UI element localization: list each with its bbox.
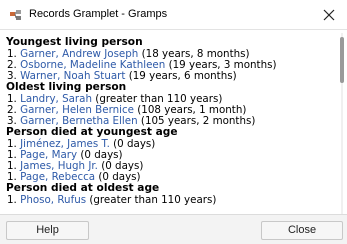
close-button[interactable]: Close — [261, 221, 343, 240]
scrollbar-thumb[interactable] — [340, 37, 344, 83]
close-icon[interactable] — [320, 6, 338, 24]
section-heading: Person died at youngest age — [6, 126, 178, 138]
records-list[interactable]: Youngest living person 1. Garner, Andrew… — [6, 33, 337, 214]
section-heading: Person died at oldest age — [6, 182, 160, 194]
section-heading: Oldest living person — [6, 81, 127, 93]
help-button[interactable]: Help — [6, 221, 89, 240]
title-bar: Records Gramplet - Gramps — [0, 0, 347, 30]
entry-detail: (19 years, 6 months) — [128, 70, 237, 82]
entry-detail: (greater than 110 years) — [89, 194, 217, 206]
list-item: 1. Phoso, Rufus (greater than 110 years) — [6, 195, 216, 206]
window-title: Records Gramplet - Gramps — [29, 8, 168, 20]
entry-index: 1. — [7, 194, 17, 206]
vertical-scrollbar[interactable] — [339, 33, 345, 214]
section-heading: Youngest living person — [6, 36, 143, 48]
gramps-app-icon — [10, 10, 21, 20]
button-bar: Help Close — [0, 214, 347, 244]
person-link[interactable]: Phoso, Rufus — [20, 194, 86, 206]
